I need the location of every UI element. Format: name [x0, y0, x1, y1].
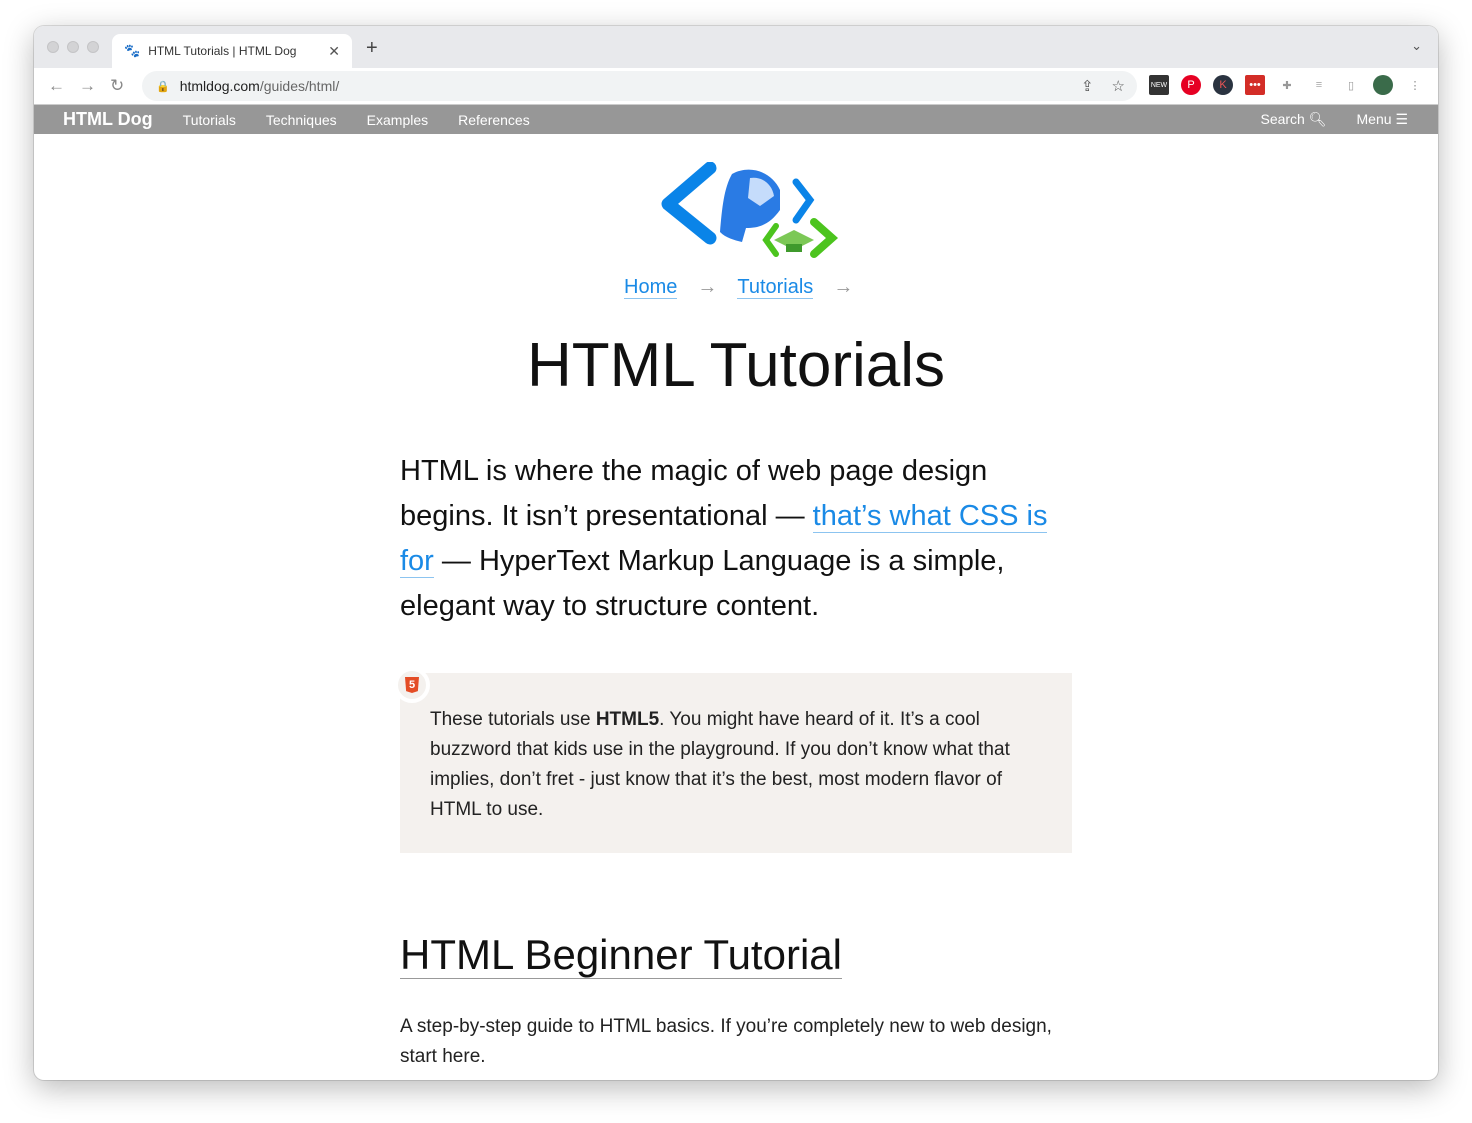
lead-bold: content [715, 590, 812, 622]
search-icon: 🔍︎ [1308, 111, 1327, 127]
menu-button[interactable]: Menu ☰ [1357, 111, 1408, 128]
search-label: Search [1260, 111, 1305, 127]
lastpass-icon[interactable]: ••• [1245, 75, 1265, 95]
share-icon[interactable]: ⇪ [1081, 77, 1094, 95]
breadcrumb-arrow: → [833, 276, 854, 298]
section-title-link[interactable]: HTML Beginner Tutorial [400, 932, 842, 979]
html-dog-logo [661, 162, 839, 258]
sidepanel-icon[interactable]: ▯ [1341, 75, 1361, 95]
puzzle-icon[interactable]: ✚ [1277, 75, 1297, 95]
playlist-icon[interactable]: ≡ [1309, 75, 1329, 95]
k-icon[interactable]: K [1213, 75, 1233, 95]
page-title: HTML Tutorials [526, 331, 945, 400]
maximize-window-button[interactable] [87, 41, 99, 53]
close-tab-icon[interactable]: ✕ [328, 43, 340, 60]
nav-examples[interactable]: Examples [367, 112, 428, 128]
note-text: These tutorials use [430, 709, 596, 730]
html5-icon: 5 [405, 677, 419, 693]
pinterest-icon[interactable]: P [1181, 75, 1201, 95]
back-icon[interactable]: ← [48, 76, 65, 96]
address-bar[interactable]: 🔒 htmldog.com/guides/html/ ⇪ ☆ [142, 71, 1137, 101]
favicon-dog-icon: 🐾 [124, 43, 141, 58]
section-description: A step-by-step guide to HTML basics. If … [400, 1016, 1052, 1067]
breadcrumb-arrow: → [697, 276, 718, 298]
breadcrumb-tutorials[interactable]: Tutorials [737, 276, 814, 299]
html5-note: 5 These tutorials use HTML5. You might h… [394, 667, 1072, 853]
url-path: /guides/html/ [259, 78, 340, 94]
lead-text: — [433, 545, 479, 577]
nav-references[interactable]: References [458, 112, 530, 128]
more-menu-icon[interactable]: ⋮ [1405, 75, 1425, 95]
browser-window: 🐾 HTML Tutorials | HTML Dog ✕ + ⌄ ← → ↻ 🔒 … [34, 26, 1438, 1080]
lead-paragraph: HTML is where the magic of web page desi… [400, 449, 1080, 629]
close-window-button[interactable] [47, 41, 59, 53]
hamburger-icon: ☰ [1395, 111, 1408, 127]
tab-search-chevron-icon[interactable]: ⌄ [1411, 38, 1422, 54]
breadcrumb: Home → Tutorials → [624, 276, 853, 299]
minimize-window-button[interactable] [67, 41, 79, 53]
new-tab-button[interactable]: + [366, 37, 378, 60]
forward-icon[interactable]: → [79, 76, 96, 96]
brand-link[interactable]: HTML Dog [63, 109, 153, 130]
bookmark-star-icon[interactable]: ☆ [1112, 77, 1125, 95]
breadcrumb-home[interactable]: Home [624, 276, 678, 299]
nav-techniques[interactable]: Techniques [266, 112, 337, 128]
browser-toolbar: ← → ↻ 🔒 htmldog.com/guides/html/ ⇪ ☆ NEW P … [34, 68, 1438, 104]
url-host: htmldog.com [179, 78, 260, 94]
window-controls [47, 41, 99, 53]
lock-icon: 🔒 [156, 80, 170, 93]
profile-avatar[interactable] [1373, 75, 1393, 95]
tab-title: HTML Tutorials | HTML Dog [148, 44, 297, 58]
tab-bar: 🐾 HTML Tutorials | HTML Dog ✕ + ⌄ [34, 26, 1438, 68]
search-button[interactable]: Search 🔍︎ [1260, 111, 1326, 128]
note-bold: HTML5 [595, 709, 660, 730]
browser-tab[interactable]: 🐾 HTML Tutorials | HTML Dog ✕ [112, 34, 352, 68]
lead-bold: HyperText Markup Language [478, 545, 852, 577]
html5-badge: 5 [394, 667, 430, 703]
site-nav: HTML Dog Tutorials Techniques Examples R… [34, 104, 1438, 134]
news-icon[interactable]: NEW [1149, 75, 1169, 95]
reload-icon[interactable]: ↻ [110, 76, 124, 96]
nav-tutorials[interactable]: Tutorials [183, 112, 236, 128]
lead-text: . [811, 590, 820, 622]
menu-label: Menu [1356, 111, 1392, 127]
